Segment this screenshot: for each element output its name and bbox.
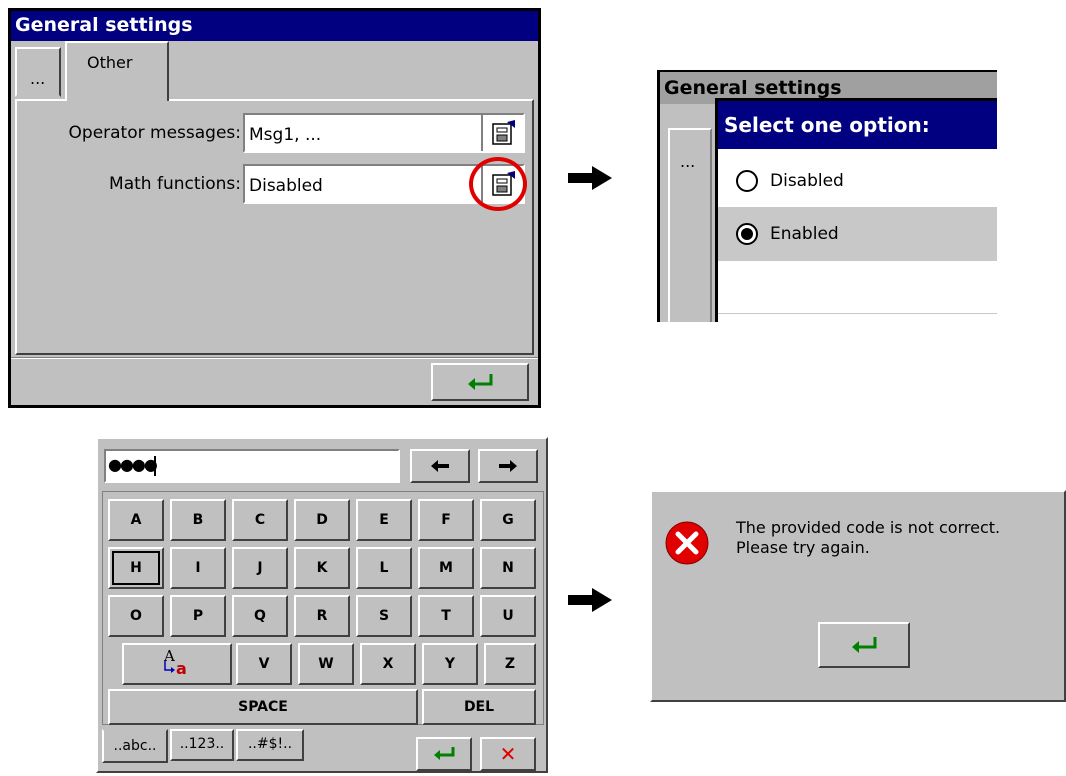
enter-arrow-icon	[434, 747, 455, 760]
error-line-1: The provided code is not correct.	[736, 518, 1001, 537]
key-l[interactable]: L	[356, 547, 412, 589]
key-w[interactable]: W	[298, 643, 354, 685]
tab-ellipsis[interactable]: ...	[15, 47, 61, 97]
key-c[interactable]: C	[232, 499, 288, 541]
case-toggle-icon: A a	[162, 647, 192, 679]
flow-arrow-icon	[568, 166, 612, 190]
key-x[interactable]: X	[360, 643, 416, 685]
background-tab-label: ...	[680, 152, 696, 171]
enter-button[interactable]	[431, 363, 529, 401]
mode-tab-symbols[interactable]: ..#$!..	[236, 729, 304, 761]
highlight-circle	[469, 157, 527, 211]
general-settings-window: General settings ... Other Operator mess…	[8, 8, 541, 408]
error-ok-button[interactable]	[818, 622, 910, 668]
cursor-left-button[interactable]	[410, 449, 470, 483]
error-icon	[665, 521, 709, 565]
key-g[interactable]: G	[480, 499, 536, 541]
case-toggle-button[interactable]: A a	[122, 643, 232, 685]
key-t[interactable]: T	[418, 595, 474, 637]
cursor-right-button[interactable]	[478, 449, 538, 483]
password-value: ●●●●	[108, 455, 158, 474]
bottom-divider	[11, 357, 538, 359]
tab-ellipsis-label: ...	[30, 69, 46, 88]
radio-enabled[interactable]	[736, 223, 758, 245]
key-z[interactable]: Z	[484, 643, 536, 685]
password-input[interactable]: ●●●●	[104, 449, 400, 483]
math-functions-value: Disabled	[249, 176, 323, 196]
option-enabled-label: Enabled	[770, 224, 839, 244]
del-key[interactable]: DEL	[422, 689, 536, 725]
key-q[interactable]: Q	[232, 595, 288, 637]
radio-disabled[interactable]	[736, 170, 758, 192]
key-e[interactable]: E	[356, 499, 412, 541]
keyboard-enter-button[interactable]	[416, 737, 472, 771]
key-a[interactable]: A	[108, 499, 164, 541]
case-lower-glyph: a	[176, 659, 187, 678]
properties-icon	[492, 120, 515, 145]
mode-tab-123[interactable]: ..123..	[170, 729, 234, 761]
operator-messages-label: Operator messages:	[68, 123, 241, 143]
arrow-left-icon	[431, 460, 449, 472]
select-one-option-dialog: Select one option: Disabled Enabled	[715, 98, 997, 322]
key-d[interactable]: D	[294, 499, 350, 541]
background-title-text: General settings	[664, 77, 842, 99]
text-cursor	[154, 456, 156, 476]
arrow-right-icon	[499, 460, 517, 472]
key-m[interactable]: M	[418, 547, 474, 589]
select-option-crop: General settings ... Select one option: …	[657, 70, 997, 322]
cancel-icon: ✕	[499, 742, 517, 766]
key-k[interactable]: K	[294, 547, 350, 589]
keyboard-cancel-button[interactable]: ✕	[480, 737, 536, 771]
key-b[interactable]: B	[170, 499, 226, 541]
tab-other-label: Other	[87, 53, 133, 72]
key-u[interactable]: U	[480, 595, 536, 637]
option-disabled[interactable]: Disabled	[718, 155, 997, 208]
case-swap-arrow-icon	[164, 661, 175, 673]
option-disabled-label: Disabled	[770, 171, 844, 191]
tab-other[interactable]: Other	[65, 41, 169, 101]
keyboard-window: ●●●● A B C D E F G H I J K L M N O P Q R…	[96, 437, 548, 773]
space-key[interactable]: SPACE	[108, 689, 418, 725]
key-s[interactable]: S	[356, 595, 412, 637]
key-o[interactable]: O	[108, 595, 164, 637]
key-p[interactable]: P	[170, 595, 226, 637]
key-n[interactable]: N	[480, 547, 536, 589]
dialog-title: Select one option:	[718, 101, 997, 149]
operator-messages-value: Msg1, ...	[249, 125, 322, 145]
option-enabled[interactable]: Enabled	[718, 208, 997, 261]
key-i[interactable]: I	[170, 547, 226, 589]
enter-arrow-icon	[852, 637, 877, 653]
key-j[interactable]: J	[232, 547, 288, 589]
background-tab: ...	[668, 128, 712, 322]
mode-tab-abc[interactable]: ..abc..	[102, 729, 168, 763]
key-y[interactable]: Y	[422, 643, 478, 685]
key-r[interactable]: R	[294, 595, 350, 637]
key-v[interactable]: V	[236, 643, 292, 685]
window-title: General settings	[11, 11, 538, 41]
flow-arrow-icon	[568, 588, 612, 612]
option-empty	[718, 261, 997, 314]
key-f[interactable]: F	[418, 499, 474, 541]
error-dialog: The provided code is not correct. Please…	[650, 490, 1066, 702]
math-functions-label: Math functions:	[109, 174, 241, 194]
error-line-2: Please try again.	[736, 538, 870, 557]
key-h[interactable]: H	[108, 547, 164, 589]
operator-messages-edit-button[interactable]	[481, 115, 523, 151]
enter-arrow-icon	[468, 374, 493, 390]
